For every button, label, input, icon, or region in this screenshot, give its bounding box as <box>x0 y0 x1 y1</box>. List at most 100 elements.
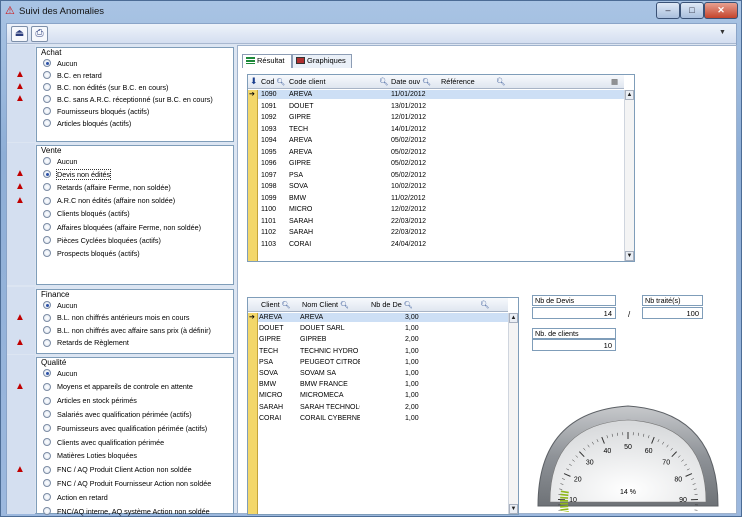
qualite-option[interactable]: Matières Loties bloquées <box>43 450 137 462</box>
achat-option[interactable]: B.C. non édités (sur B.C. en cours) <box>43 81 168 93</box>
achat-option[interactable]: B.C. en retard <box>43 69 102 81</box>
vente-option[interactable]: Pièces Cyclées bloquées (actifs) <box>43 234 161 246</box>
radio-button[interactable] <box>43 451 51 460</box>
col-cod[interactable]: Cod 🔍︎ <box>261 77 285 86</box>
radio-button[interactable] <box>43 465 51 474</box>
radio-button[interactable] <box>43 493 51 502</box>
maximize-button[interactable]: □ <box>680 2 704 19</box>
radio-button[interactable] <box>43 313 51 322</box>
finance-option[interactable]: B.L. non chiffrés avec affaire sans prix… <box>43 324 211 336</box>
radio-button[interactable] <box>43 223 51 231</box>
radio-button[interactable] <box>43 119 51 127</box>
qualite-option[interactable]: Action en retard <box>43 491 108 503</box>
vente-option[interactable]: A.R.C non édités (affaire non soldée) <box>43 195 175 207</box>
devis-table[interactable]: ⬇ Cod 🔍︎ Code client 🔍︎ Date ouv 🔍︎ Référe… <box>247 74 635 262</box>
table-row[interactable]: SOVA SOVAM SA 1,00 <box>258 369 508 378</box>
radio-button[interactable] <box>43 410 51 419</box>
chevron-down-icon[interactable]: ▼ <box>719 29 730 37</box>
achat-option[interactable]: Fournisseurs bloqués (actifs) <box>43 105 149 117</box>
vente-option[interactable]: Prospects bloqués (actifs) <box>43 247 140 259</box>
radio-button[interactable] <box>43 424 51 433</box>
search-icon[interactable]: 🔍︎ <box>480 300 489 309</box>
table-row[interactable]: PSA PEUGEOT CITROEI 1,00 <box>258 358 508 367</box>
radio-button[interactable] <box>43 107 51 115</box>
search-icon[interactable]: 🔍︎ <box>340 302 349 309</box>
search-icon[interactable]: 🔍︎ <box>404 302 413 309</box>
nb-clients-field[interactable]: 10 <box>532 339 616 351</box>
achat-option[interactable]: Aucun <box>43 57 77 69</box>
radio-button[interactable] <box>43 95 51 103</box>
finance-option[interactable]: Aucun <box>43 299 77 311</box>
table-row[interactable]: GIPRE GIPREB 2,00 <box>258 335 508 344</box>
radio-button[interactable] <box>43 369 51 377</box>
tab-graphiques[interactable]: Graphiques <box>292 54 352 68</box>
col-nb-devis[interactable]: Nb de De 🔍︎ <box>371 300 413 309</box>
radio-button[interactable] <box>43 438 51 446</box>
radio-button[interactable] <box>43 183 51 192</box>
clients-table[interactable]: Client 🔍︎ Nom Client 🔍︎ Nb de De 🔍︎ 🔍︎ AREV… <box>247 297 519 515</box>
search-icon[interactable]: 🔍︎ <box>282 302 291 309</box>
radio-button[interactable] <box>43 301 51 309</box>
vente-option[interactable]: Retards (affaire Ferme, non soldée) <box>43 181 171 193</box>
qualite-option[interactable]: Moyens et appareils de controle en atten… <box>43 381 193 393</box>
radio-button[interactable] <box>43 236 51 245</box>
radio-button[interactable] <box>43 157 51 165</box>
scroll-down-button[interactable]: ▼ <box>509 504 518 514</box>
table-row[interactable]: 1098 SOVA 10/02/2012 <box>258 182 624 191</box>
radio-button[interactable] <box>43 59 51 67</box>
search-icon[interactable]: 🔍︎ <box>276 79 285 86</box>
radio-button[interactable] <box>43 338 51 347</box>
scroll-up-button[interactable]: ▲ <box>625 90 634 100</box>
search-icon[interactable]: 🔍︎ <box>379 77 388 86</box>
radio-button[interactable] <box>43 196 51 205</box>
tab-resultat[interactable]: Résultat <box>242 54 292 68</box>
search-icon[interactable]: 🔍︎ <box>496 77 505 86</box>
table-row[interactable]: 1097 PSA 05/02/2012 <box>258 171 624 180</box>
radio-button[interactable] <box>43 249 51 258</box>
devis-scrollbar[interactable]: ▲ ▼ <box>624 90 634 261</box>
download-icon[interactable]: ⬇ <box>250 76 258 87</box>
table-row[interactable]: AREVA AREVA 3,00 <box>258 313 508 323</box>
table-row[interactable]: 1091 DOUET 13/01/2012 <box>258 102 624 111</box>
table-row[interactable]: SARAH SARAH TECHNOLC 2,00 <box>258 403 508 412</box>
table-row[interactable]: 1100 MICRO 12/02/2012 <box>258 205 624 214</box>
table-row[interactable]: 1096 GIPRE 05/02/2012 <box>258 159 624 168</box>
table-row[interactable]: 1099 BMW 11/02/2012 <box>258 194 624 203</box>
finance-option[interactable]: B.L. non chiffrés antérieurs mois en cou… <box>43 312 190 324</box>
vente-option[interactable]: Affaires bloquées (affaire Ferme, non so… <box>43 221 201 233</box>
col-client[interactable]: Client 🔍︎ <box>261 300 291 309</box>
radio-button[interactable] <box>43 479 51 488</box>
col-nom-client[interactable]: Nom Client 🔍︎ <box>302 300 349 309</box>
finance-option[interactable]: Retards de Règlement <box>43 337 129 349</box>
vente-option[interactable]: Clients bloqués (actifs) <box>43 208 130 220</box>
table-row[interactable]: MICRO MICROMECA 1,00 <box>258 391 508 400</box>
table-row[interactable]: CORAI CORAIL CYBERNET 1,00 <box>258 414 508 423</box>
table-row[interactable]: BMW BMW FRANCE 1,00 <box>258 380 508 389</box>
qualite-option[interactable]: FNC / AQ Produit Client Action non soldé… <box>43 464 192 476</box>
qualite-option[interactable]: Articles en stock périmés <box>43 395 137 407</box>
table-row[interactable]: 1092 GIPRE 12/01/2012 <box>258 113 624 122</box>
search-icon[interactable]: 🔍︎ <box>422 79 431 86</box>
table-row[interactable]: 1093 TECH 14/01/2012 <box>258 125 624 134</box>
radio-button[interactable] <box>43 382 51 391</box>
achat-option[interactable]: Articles bloqués (actifs) <box>43 117 131 129</box>
table-row[interactable]: 1095 AREVA 05/02/2012 <box>258 148 624 157</box>
qualite-option[interactable]: FNC / AQ Produit Fournisseur Action non … <box>43 477 211 489</box>
nb-traite-field[interactable]: 100 <box>642 307 703 319</box>
nb-devis-field[interactable]: 14 <box>532 307 616 319</box>
minimize-button[interactable]: – <box>656 2 680 19</box>
radio-button[interactable] <box>43 71 51 79</box>
print-icon[interactable]: ⎙ <box>31 26 48 42</box>
radio-button[interactable] <box>43 209 51 218</box>
qualite-option[interactable]: Aucun <box>43 367 77 379</box>
table-row[interactable]: TECH TECHNIC HYDRO 1,00 <box>258 347 508 356</box>
radio-button[interactable] <box>43 170 51 179</box>
col-code-client[interactable]: Code client <box>289 77 326 86</box>
col-date-ouv[interactable]: Date ouv 🔍︎ <box>391 77 431 86</box>
scroll-up-button[interactable]: ▲ <box>509 313 518 323</box>
qualite-option[interactable]: FNC/AQ interne, AQ système Action non so… <box>43 505 210 517</box>
radio-button[interactable] <box>43 326 51 334</box>
col-reference[interactable]: Référence <box>441 77 475 86</box>
column-chooser-icon[interactable]: ▦ <box>611 77 618 86</box>
scroll-down-button[interactable]: ▼ <box>625 251 634 261</box>
